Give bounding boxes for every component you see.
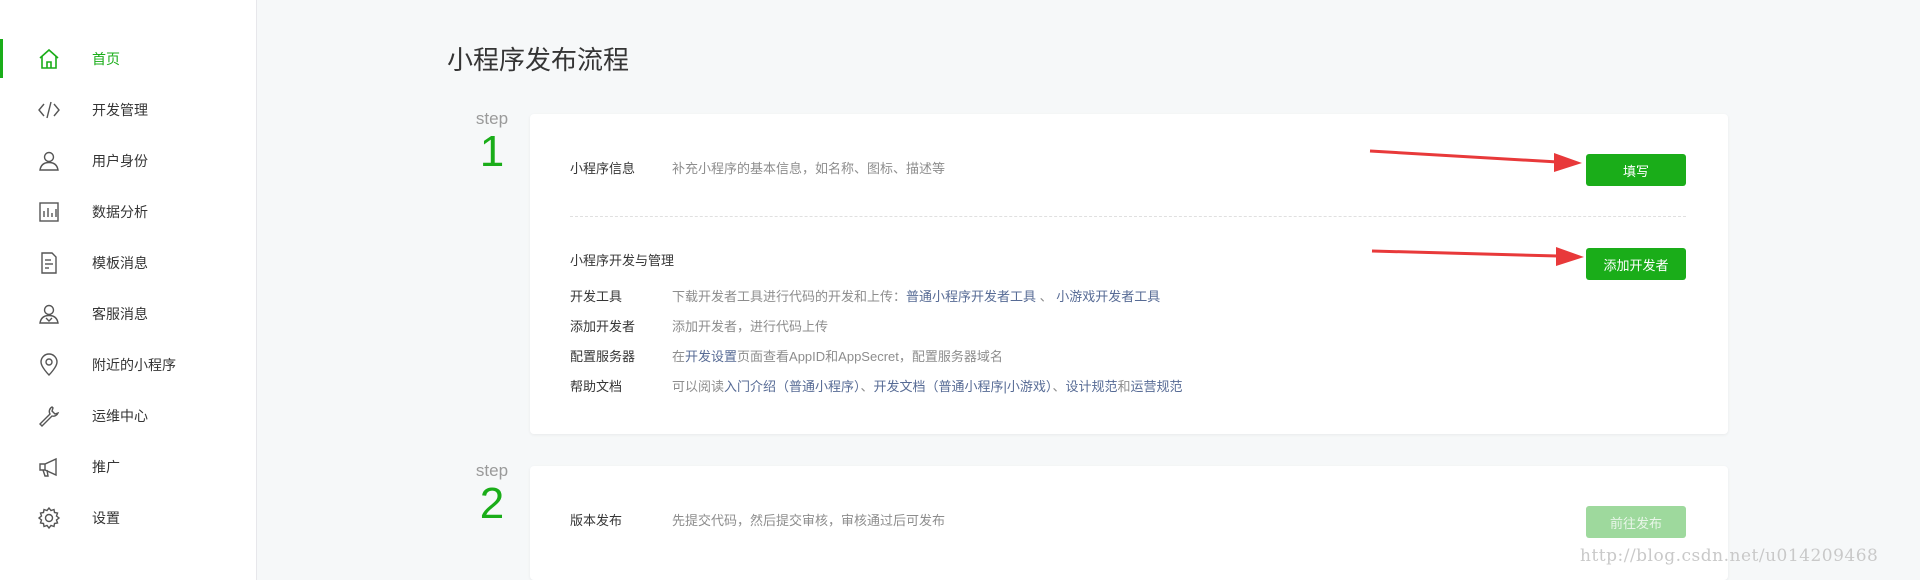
release-description: 先提交代码，然后提交审核，审核通过后可发布 <box>672 513 946 528</box>
divider <box>570 216 1686 217</box>
customer-service-icon <box>36 301 62 327</box>
sidebar-item-dev-manage[interactable]: 开发管理 <box>0 84 256 135</box>
sidebar-item-label: 数据分析 <box>92 203 148 220</box>
sidebar-item-nearby[interactable]: 附近的小程序 <box>0 339 256 390</box>
sidebar-item-label: 客服消息 <box>92 305 148 322</box>
gear-icon <box>36 505 62 531</box>
sidebar-item-label: 首页 <box>92 50 120 67</box>
user-icon <box>36 148 62 174</box>
sidebar-item-label: 设置 <box>92 509 120 526</box>
ops-spec-link[interactable]: 运营规范 <box>1130 379 1182 394</box>
watermark: http://blog.csdn.net/u014209468 <box>1580 546 1879 566</box>
chart-icon <box>36 199 62 225</box>
design-spec-link[interactable]: 设计规范 <box>1065 379 1117 394</box>
add-developer-button[interactable]: 添加开发者 <box>1586 248 1686 280</box>
row-description: 添加开发者，进行代码上传 <box>672 319 829 334</box>
row-label: 配置服务器 <box>570 349 636 364</box>
sidebar-item-label: 模板消息 <box>92 254 148 271</box>
sidebar: 首页 开发管理 用户身份 数据分析 模板消息 客服消息 附近的小程序 运维中心 … <box>0 0 257 580</box>
mini-game-devtool-link[interactable]: 小游戏开发者工具 <box>1056 289 1160 304</box>
row-label: 添加开发者 <box>570 319 636 334</box>
step-tag: step <box>475 461 509 480</box>
location-pin-icon <box>36 352 62 378</box>
row-label: 帮助文档 <box>570 379 623 394</box>
megaphone-icon <box>36 454 62 480</box>
code-icon <box>36 97 62 123</box>
separator: 、 <box>860 379 874 394</box>
sidebar-item-label: 推广 <box>92 458 120 475</box>
intro-link[interactable]: 入门介绍（普通小程序） <box>724 379 861 394</box>
mini-program-devtool-link[interactable]: 普通小程序开发者工具 <box>906 289 1036 304</box>
sidebar-item-label: 开发管理 <box>92 101 148 118</box>
separator: 、 <box>1052 379 1066 394</box>
sidebar-item-user-identity[interactable]: 用户身份 <box>0 135 256 186</box>
arrow-annotation-icon <box>1371 247 1584 266</box>
sidebar-item-ops-center[interactable]: 运维中心 <box>0 390 256 441</box>
home-icon <box>36 46 62 72</box>
row-text: 在 <box>672 349 686 364</box>
row-description: 可以阅读入门介绍（普通小程序）、开发文档（普通小程序|小游戏）、设计规范和运营规… <box>672 376 1183 395</box>
row-text: 下载开发者工具进行代码的开发和上传： <box>672 289 907 304</box>
sidebar-item-home[interactable]: 首页 <box>0 33 256 84</box>
row-text: 可以阅读 <box>672 379 725 394</box>
dev-docs-link[interactable]: 开发文档（普通小程序|小游戏） <box>874 379 1053 394</box>
row-label: 开发工具 <box>570 289 623 304</box>
row-description: 下载开发者工具进行代码的开发和上传：普通小程序开发者工具 、 小游戏开发者工具 <box>672 286 1160 305</box>
sidebar-item-label: 附近的小程序 <box>92 356 176 373</box>
separator: 、 <box>1036 289 1057 304</box>
step-tag: step <box>475 109 509 128</box>
row-text: 页面查看AppID和AppSecret，配置服务器域名 <box>737 349 1003 364</box>
wrench-icon <box>36 403 62 429</box>
page-title: 小程序发布流程 <box>447 45 630 75</box>
sidebar-item-settings[interactable]: 设置 <box>0 492 256 543</box>
sidebar-item-label: 运维中心 <box>92 407 148 424</box>
step-number: 2 <box>479 479 505 528</box>
go-release-button[interactable]: 前往发布 <box>1586 506 1686 538</box>
dev-settings-link[interactable]: 开发设置 <box>685 349 737 364</box>
arrow-annotation-icon <box>1369 149 1582 172</box>
info-description: 补充小程序的基本信息，如名称、图标、描述等 <box>672 161 946 176</box>
row-description: 在开发设置页面查看AppID和AppSecret，配置服务器域名 <box>672 346 1003 365</box>
step2-card: 版本发布 先提交代码，然后提交审核，审核通过后可发布 前往发布 <box>530 466 1728 580</box>
row-text: 和 <box>1117 379 1131 394</box>
step-number: 1 <box>479 127 505 176</box>
sidebar-item-data-analysis[interactable]: 数据分析 <box>0 186 256 237</box>
sidebar-item-promotion[interactable]: 推广 <box>0 441 256 492</box>
sidebar-item-customer-service[interactable]: 客服消息 <box>0 288 256 339</box>
dev-heading: 小程序开发与管理 <box>570 253 675 268</box>
sidebar-item-label: 用户身份 <box>92 152 148 169</box>
info-label: 小程序信息 <box>570 161 636 176</box>
document-icon <box>36 250 62 276</box>
sidebar-item-template-message[interactable]: 模板消息 <box>0 237 256 288</box>
release-label: 版本发布 <box>570 513 623 528</box>
fill-button[interactable]: 填写 <box>1586 154 1686 186</box>
